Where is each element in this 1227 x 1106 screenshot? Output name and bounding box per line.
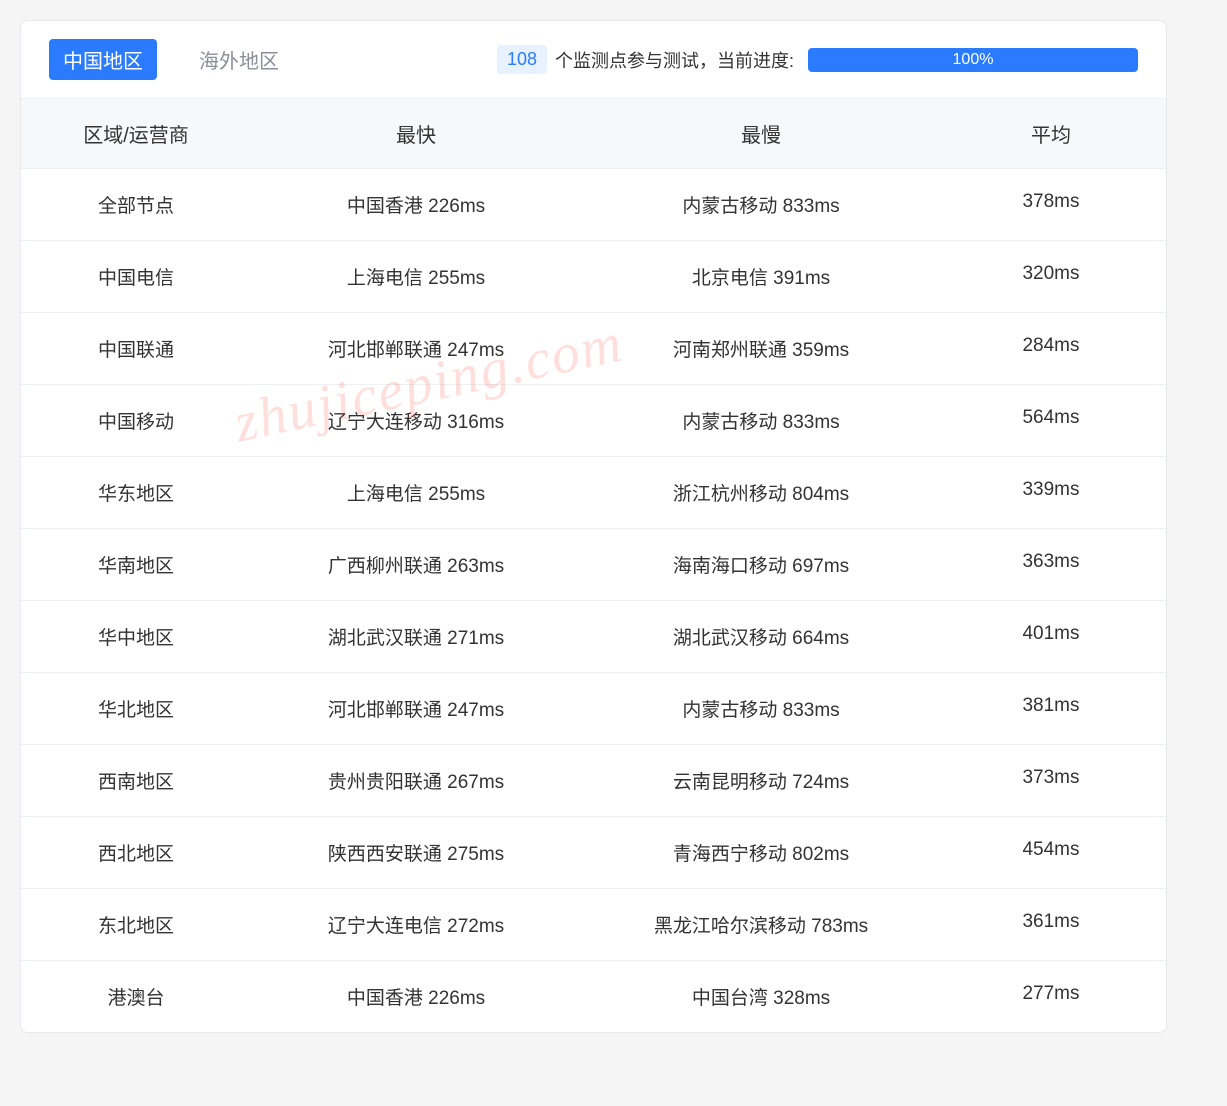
cell-slowest: 浙江杭州移动 804ms (581, 479, 941, 506)
header-region: 区域/运营商 (21, 119, 251, 148)
cell-fastest: 河北邯郸联通 247ms (251, 695, 581, 722)
cell-average: 363ms (941, 551, 1161, 578)
cell-average: 381ms (941, 695, 1161, 722)
monitor-count-badge: 108 (497, 45, 547, 74)
cell-slowest: 中国台湾 328ms (581, 983, 941, 1010)
cell-average: 564ms (941, 407, 1161, 434)
cell-region: 中国电信 (21, 263, 251, 290)
cell-slowest: 云南昆明移动 724ms (581, 767, 941, 794)
cell-region: 华北地区 (21, 695, 251, 722)
table-row: 西北地区陕西西安联通 275ms青海西宁移动 802ms454ms (21, 817, 1166, 889)
status-text: 个监测点参与测试，当前进度: (555, 47, 794, 73)
table-row: 中国移动辽宁大连移动 316ms内蒙古移动 833ms564ms (21, 385, 1166, 457)
cell-average: 320ms (941, 263, 1161, 290)
cell-average: 454ms (941, 839, 1161, 866)
cell-slowest: 内蒙古移动 833ms (581, 191, 941, 218)
tab-overseas[interactable]: 海外地区 (185, 39, 293, 80)
cell-average: 361ms (941, 911, 1161, 938)
table-row: 中国电信上海电信 255ms北京电信 391ms320ms (21, 241, 1166, 313)
cell-fastest: 湖北武汉联通 271ms (251, 623, 581, 650)
table-row: 华南地区广西柳州联通 263ms海南海口移动 697ms363ms (21, 529, 1166, 601)
panel-header: 中国地区 海外地区 108 个监测点参与测试，当前进度: 100% (21, 21, 1166, 98)
cell-region: 东北地区 (21, 911, 251, 938)
cell-region: 华中地区 (21, 623, 251, 650)
cell-region: 港澳台 (21, 983, 251, 1010)
table-header-row: 区域/运营商 最快 最慢 平均 (21, 98, 1166, 169)
cell-region: 华东地区 (21, 479, 251, 506)
cell-fastest: 中国香港 226ms (251, 191, 581, 218)
cell-average: 339ms (941, 479, 1161, 506)
cell-slowest: 北京电信 391ms (581, 263, 941, 290)
cell-fastest: 河北邯郸联通 247ms (251, 335, 581, 362)
cell-average: 401ms (941, 623, 1161, 650)
table-row: 港澳台中国香港 226ms中国台湾 328ms277ms (21, 961, 1166, 1032)
table-row: 中国联通河北邯郸联通 247ms河南郑州联通 359ms284ms (21, 313, 1166, 385)
cell-region: 中国联通 (21, 335, 251, 362)
header-average: 平均 (941, 119, 1161, 148)
cell-slowest: 黑龙江哈尔滨移动 783ms (581, 911, 941, 938)
cell-fastest: 陕西西安联通 275ms (251, 839, 581, 866)
cell-fastest: 中国香港 226ms (251, 983, 581, 1010)
cell-fastest: 广西柳州联通 263ms (251, 551, 581, 578)
progress-label: 100% (953, 51, 994, 69)
cell-slowest: 内蒙古移动 833ms (581, 695, 941, 722)
cell-region: 西北地区 (21, 839, 251, 866)
cell-fastest: 辽宁大连电信 272ms (251, 911, 581, 938)
cell-slowest: 青海西宁移动 802ms (581, 839, 941, 866)
tab-china[interactable]: 中国地区 (49, 39, 157, 80)
table-row: 华中地区湖北武汉联通 271ms湖北武汉移动 664ms401ms (21, 601, 1166, 673)
cell-fastest: 辽宁大连移动 316ms (251, 407, 581, 434)
table-row: 华北地区河北邯郸联通 247ms内蒙古移动 833ms381ms (21, 673, 1166, 745)
progress-bar: 100% (808, 48, 1138, 72)
cell-region: 全部节点 (21, 191, 251, 218)
status-area: 108 个监测点参与测试，当前进度: 100% (497, 45, 1138, 74)
table-row: 西南地区贵州贵阳联通 267ms云南昆明移动 724ms373ms (21, 745, 1166, 817)
cell-average: 277ms (941, 983, 1161, 1010)
cell-slowest: 湖北武汉移动 664ms (581, 623, 941, 650)
header-fastest: 最快 (251, 119, 581, 148)
table-row: 东北地区辽宁大连电信 272ms黑龙江哈尔滨移动 783ms361ms (21, 889, 1166, 961)
cell-slowest: 河南郑州联通 359ms (581, 335, 941, 362)
cell-average: 378ms (941, 191, 1161, 218)
cell-region: 中国移动 (21, 407, 251, 434)
table-row: 华东地区上海电信 255ms浙江杭州移动 804ms339ms (21, 457, 1166, 529)
cell-fastest: 上海电信 255ms (251, 479, 581, 506)
cell-region: 西南地区 (21, 767, 251, 794)
cell-slowest: 海南海口移动 697ms (581, 551, 941, 578)
ping-test-panel: zhujiceping.com 中国地区 海外地区 108 个监测点参与测试，当… (20, 20, 1167, 1033)
cell-fastest: 上海电信 255ms (251, 263, 581, 290)
header-slowest: 最慢 (581, 119, 941, 148)
table-row: 全部节点中国香港 226ms内蒙古移动 833ms378ms (21, 169, 1166, 241)
region-tabs: 中国地区 海外地区 (49, 39, 293, 80)
cell-average: 284ms (941, 335, 1161, 362)
cell-average: 373ms (941, 767, 1161, 794)
cell-fastest: 贵州贵阳联通 267ms (251, 767, 581, 794)
cell-region: 华南地区 (21, 551, 251, 578)
cell-slowest: 内蒙古移动 833ms (581, 407, 941, 434)
table-body: 全部节点中国香港 226ms内蒙古移动 833ms378ms中国电信上海电信 2… (21, 169, 1166, 1032)
